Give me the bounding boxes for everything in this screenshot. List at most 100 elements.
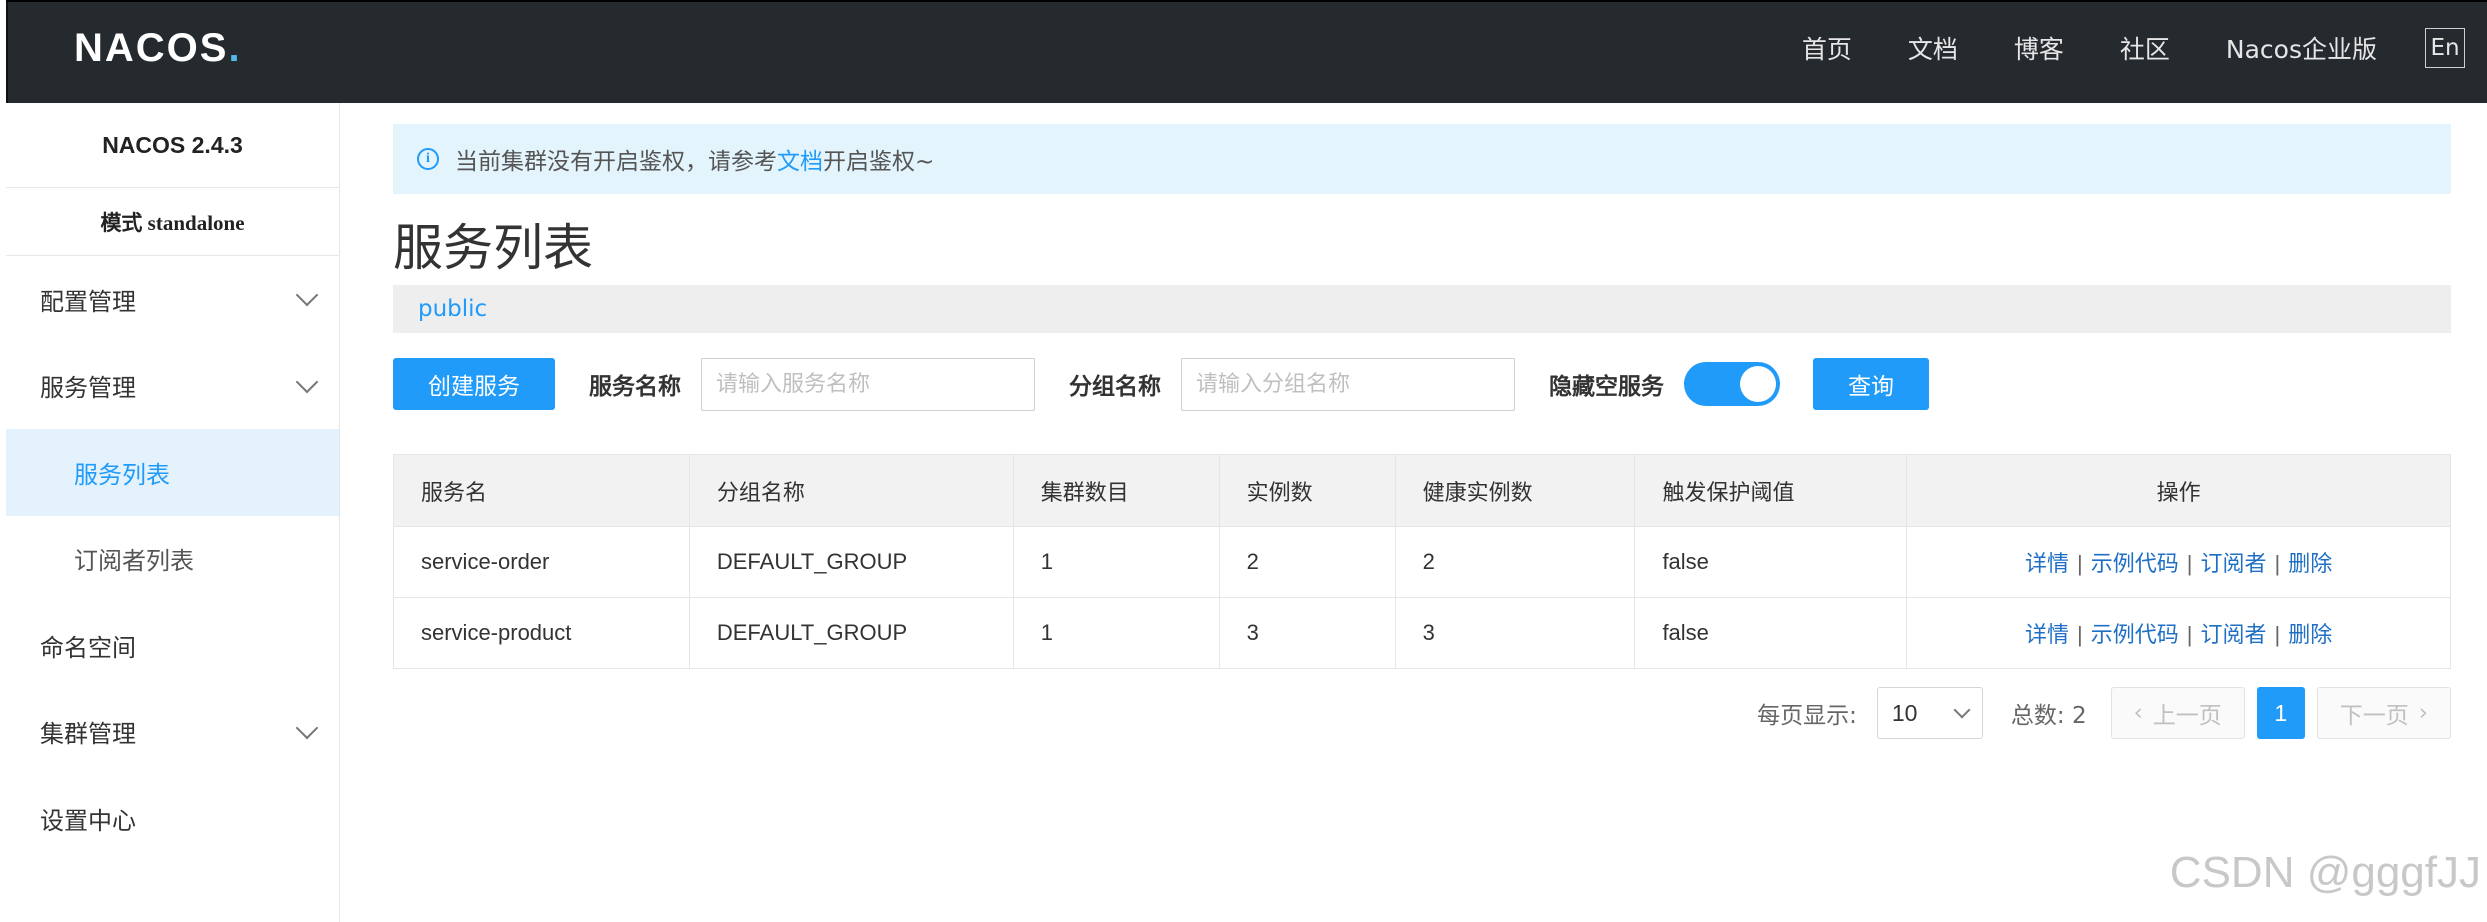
sidebar-item-service-management[interactable]: 服务管理 [6, 343, 339, 430]
sidebar-item-label: 订阅者列表 [74, 547, 194, 576]
service-name-label: 服务名称 [589, 374, 681, 400]
sample-code-link[interactable]: 示例代码 [2091, 623, 2179, 648]
prev-page-label: 上一页 [2152, 703, 2222, 729]
page-title: 服务列表 [393, 219, 593, 277]
cell-instance-count: 3 [1218, 597, 1396, 669]
sidebar-item-label: 服务管理 [40, 374, 136, 403]
table-header-row: 服务名 分组名称 集群数目 实例数 健康实例数 触发保护阈值 操作 [393, 454, 2451, 527]
total-count: 总数: 2 [2010, 703, 2087, 729]
sidebar-item-label: 服务列表 [74, 460, 170, 489]
page-number-current[interactable]: 1 [2256, 687, 2305, 739]
top-navbar: NACOS. 首页 文档 博客 社区 Nacos企业版 En [6, 0, 2487, 103]
hide-empty-label: 隐藏空服务 [1549, 374, 1664, 400]
nav-blog[interactable]: 博客 [2014, 30, 2064, 66]
separator: | [2186, 551, 2193, 576]
sidebar-item-cluster-management[interactable]: 集群管理 [6, 689, 339, 776]
cell-operations: 详情 | 示例代码 | 订阅者 | 删除 [1906, 526, 2451, 598]
header-service-name: 服务名 [393, 454, 690, 527]
header-cluster-count: 集群数目 [1012, 454, 1220, 527]
nav-docs[interactable]: 文档 [1908, 30, 1958, 66]
cell-operations: 详情 | 示例代码 | 订阅者 | 删除 [1906, 597, 2451, 669]
notice-suffix: 开启鉴权~ [823, 149, 935, 175]
language-switch-button[interactable]: En [2425, 28, 2465, 68]
group-name-input[interactable] [1181, 357, 1515, 411]
namespace-bar: public [393, 285, 2451, 333]
separator: | [2274, 551, 2281, 576]
sidebar-item-label: 配置管理 [40, 287, 136, 316]
cell-cluster-count: 1 [1012, 597, 1220, 669]
service-table: 服务名 分组名称 集群数目 实例数 健康实例数 触发保护阈值 操作 servic… [393, 454, 2451, 669]
sidebar-item-label: 命名空间 [40, 633, 136, 662]
namespace-public[interactable]: public [418, 296, 487, 322]
cell-service-name: service-order [393, 526, 690, 598]
notice-prefix: 当前集群没有开启鉴权，请参考 [455, 149, 777, 175]
cell-healthy-count: 3 [1394, 597, 1636, 669]
create-service-button[interactable]: 创建服务 [393, 358, 555, 410]
header-instance-count: 实例数 [1218, 454, 1396, 527]
nav-community[interactable]: 社区 [2120, 30, 2170, 66]
separator: | [2186, 622, 2193, 647]
table-row: service-order DEFAULT_GROUP 1 2 2 false … [393, 526, 2451, 598]
header-group-name: 分组名称 [688, 454, 1014, 527]
detail-link[interactable]: 详情 [2025, 552, 2069, 577]
header-healthy-instance-count: 健康实例数 [1394, 454, 1636, 527]
chevron-down-icon [295, 716, 319, 740]
delete-link[interactable]: 删除 [2288, 623, 2332, 648]
version-label: NACOS 2.4.3 [6, 103, 339, 188]
nav-home[interactable]: 首页 [1802, 30, 1852, 66]
sample-code-link[interactable]: 示例代码 [2091, 552, 2179, 577]
chevron-down-icon [295, 370, 319, 394]
nacos-logo[interactable]: NACOS. [74, 24, 242, 72]
page-size-value: 10 [1891, 699, 1918, 726]
sidebar-item-subscriber-list[interactable]: 订阅者列表 [6, 516, 339, 603]
cell-protect-threshold: false [1634, 597, 1908, 669]
separator: | [2274, 622, 2281, 647]
sidebar-item-label: 集群管理 [40, 720, 136, 749]
cell-group-name: DEFAULT_GROUP [688, 526, 1014, 598]
cell-protect-threshold: false [1634, 526, 1908, 598]
nav-enterprise[interactable]: Nacos企业版 [2226, 30, 2377, 66]
sidebar-item-config-management[interactable]: 配置管理 [6, 256, 339, 343]
cell-instance-count: 2 [1218, 526, 1396, 598]
page-size-select[interactable]: 10 [1876, 687, 1983, 739]
separator: | [2077, 622, 2083, 647]
cell-group-name: DEFAULT_GROUP [688, 597, 1014, 669]
group-name-label: 分组名称 [1069, 374, 1161, 400]
table-row: service-product DEFAULT_GROUP 1 3 3 fals… [393, 597, 2451, 669]
subscribers-link[interactable]: 订阅者 [2201, 623, 2267, 648]
logo-dot: . [228, 25, 242, 70]
watermark: CSDN @gggfJJ [2169, 848, 2481, 897]
sidebar-item-namespace[interactable]: 命名空间 [6, 602, 339, 689]
toggle-knob [1740, 366, 1776, 402]
chevron-left-icon: ‹ [2133, 700, 2143, 726]
sidebar-item-settings-center[interactable]: 设置中心 [6, 775, 339, 862]
filter-bar: 创建服务 服务名称 分组名称 隐藏空服务 查询 [393, 357, 2451, 411]
service-name-input[interactable] [701, 357, 1035, 411]
mode-label: 模式 standalone [6, 188, 339, 256]
info-icon: i [417, 148, 439, 170]
prev-page-button[interactable]: ‹ 上一页 [2110, 687, 2245, 739]
cell-service-name: service-product [393, 597, 690, 669]
delete-link[interactable]: 删除 [2288, 552, 2332, 577]
chevron-down-icon [295, 283, 319, 307]
next-page-label: 下一页 [2339, 703, 2409, 729]
sidebar: NACOS 2.4.3 模式 standalone 配置管理 服务管理 服务列表… [6, 103, 340, 922]
sidebar-item-label: 设置中心 [40, 806, 136, 835]
header-protect-threshold: 触发保护阈值 [1634, 454, 1908, 527]
cell-cluster-count: 1 [1012, 526, 1220, 598]
header-operations: 操作 [1906, 454, 2451, 527]
subscribers-link[interactable]: 订阅者 [2201, 552, 2267, 577]
sidebar-item-service-list[interactable]: 服务列表 [6, 429, 339, 516]
detail-link[interactable]: 详情 [2025, 623, 2069, 648]
next-page-button[interactable]: 下一页 › [2316, 687, 2451, 739]
per-page-label: 每页显示: [1757, 703, 1857, 729]
auth-notice: i 当前集群没有开启鉴权，请参考 文档 开启鉴权~ [393, 124, 2451, 194]
notice-docs-link[interactable]: 文档 [777, 142, 823, 176]
chevron-down-icon [1953, 701, 1971, 719]
cell-healthy-count: 2 [1394, 526, 1636, 598]
hide-empty-toggle[interactable] [1684, 362, 1780, 406]
top-nav: 首页 文档 博客 社区 Nacos企业版 En [1746, 24, 2465, 72]
chevron-right-icon: › [2418, 700, 2428, 726]
logo-text: NACOS [74, 25, 229, 70]
query-button[interactable]: 查询 [1813, 358, 1929, 410]
